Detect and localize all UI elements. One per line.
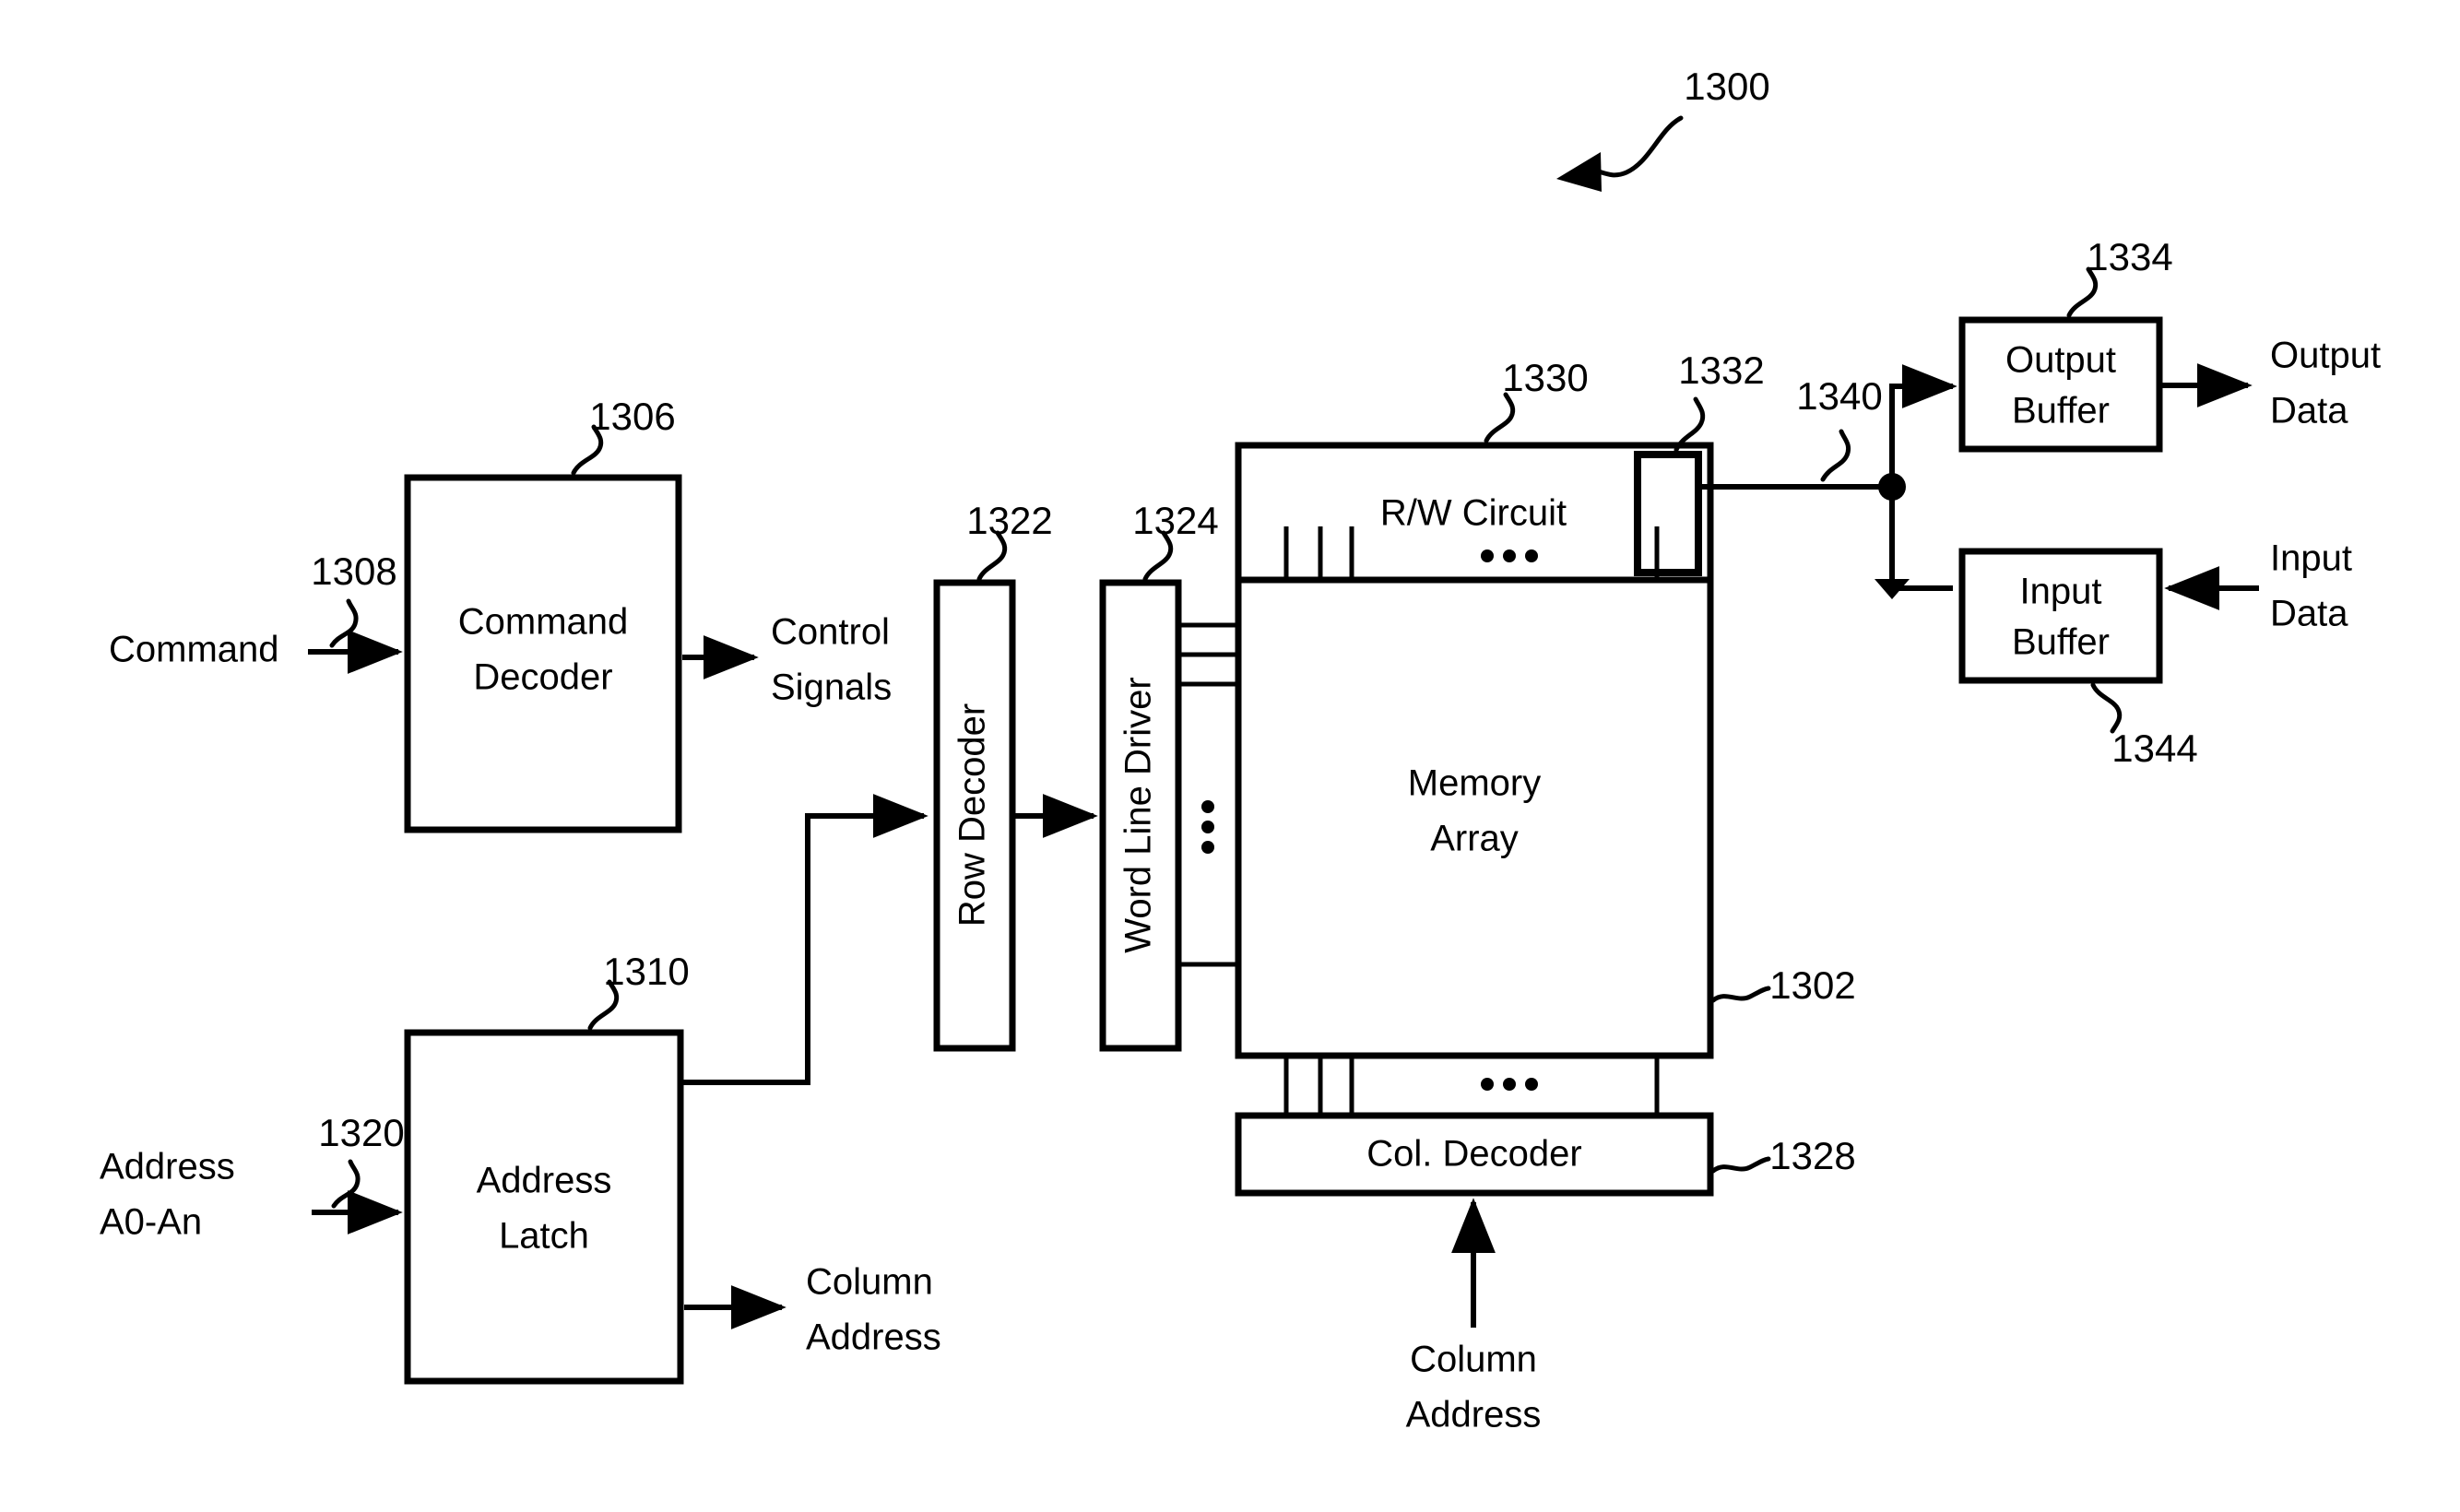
control-signals-label-line1: Control	[771, 612, 890, 653]
word-line-driver-ref-label: 1324	[1132, 499, 1218, 542]
col-decoder-ref-leader	[1710, 1156, 1771, 1174]
col-decoder-ref-label: 1328	[1769, 1134, 1855, 1177]
command-decoder-label-line2: Decoder	[473, 657, 612, 698]
figure-number-arrowhead	[1556, 152, 1602, 192]
input-buffer-label-line1: Input	[2020, 572, 2102, 612]
input-buffer-ref-leader	[2090, 682, 2123, 734]
figure-number-callout	[1556, 115, 1684, 192]
input-buffer-label-line2: Buffer	[2012, 622, 2110, 663]
rw-circuit-inner-block[interactable]	[1634, 451, 1702, 576]
command-decoder-block[interactable]	[404, 474, 682, 833]
bitlines-bottom-ellipsis	[1481, 1078, 1538, 1091]
address-input-ref-label: 1320	[318, 1111, 404, 1154]
address-latch-block[interactable]	[404, 1029, 684, 1385]
memory-array-ref-leader	[1710, 986, 1771, 1003]
row-address-wire	[682, 794, 928, 1085]
output-buffer-label-line1: Output	[2005, 340, 2116, 381]
input-buffer-ref-label: 1344	[2111, 726, 2197, 770]
row-decoder-ref-label: 1322	[966, 499, 1052, 542]
rw-circuit-ref-label: 1330	[1502, 356, 1588, 399]
address-latch-ref-label: 1310	[603, 950, 689, 993]
command-decoder-label-line1: Command	[458, 602, 629, 643]
memory-array-ref-label: 1302	[1769, 963, 1855, 1007]
column-address-in-label-line2: Address	[1406, 1395, 1542, 1435]
command-input-ref-label: 1308	[311, 549, 396, 593]
figure-number-leader	[1589, 115, 1684, 178]
bitlines-top-ellipsis	[1481, 549, 1538, 562]
address-input-label-line1: Address	[100, 1147, 235, 1187]
column-address-out-label-line2: Address	[806, 1317, 941, 1358]
rw-circuit-inner-ref-label: 1332	[1678, 348, 1764, 392]
row-decoder-label: Row Decoder	[952, 703, 993, 927]
col-decoder-label: Col. Decoder	[1366, 1134, 1581, 1175]
data-bus-ref-label: 1340	[1796, 374, 1882, 418]
column-address-in-label-line1: Column	[1410, 1340, 1537, 1380]
block-diagram-canvas: 1300 Command Decoder 1306 Command 1308 C…	[100, 65, 2381, 1435]
input-data-label-line1: Input	[2270, 538, 2352, 579]
word-line-driver-label: Word Line Driver	[1118, 677, 1159, 952]
command-input-label: Command	[109, 630, 279, 670]
output-buffer-ref-label: 1334	[2087, 235, 2172, 278]
memory-array-label-line1: Memory	[1408, 763, 1541, 804]
word-lines-ellipsis	[1201, 800, 1214, 854]
command-decoder-ref-label: 1306	[589, 395, 675, 438]
column-address-out-label-line1: Column	[806, 1262, 933, 1303]
bus-from-input-buffer-wire	[1889, 493, 1953, 591]
command-input-ref-leader	[329, 598, 359, 648]
address-input-ref-leader	[331, 1159, 361, 1209]
address-input-label-line2: A0-An	[100, 1202, 202, 1243]
bus-to-output-buffer-wire	[1889, 364, 1957, 487]
data-bus-ref-leader	[1820, 429, 1851, 482]
control-signals-label-line2: Signals	[771, 667, 892, 708]
rw-circuit-label: R/W Circuit	[1380, 493, 1567, 534]
output-data-label-line1: Output	[2270, 336, 2381, 376]
rw-circuit-ref-leader	[1484, 392, 1516, 443]
input-data-label-line2: Data	[2270, 594, 2348, 634]
output-data-label-line2: Data	[2270, 391, 2348, 431]
address-latch-label-line1: Address	[477, 1161, 612, 1201]
bitlines-bottom	[1283, 1054, 1660, 1117]
address-latch-label-line2: Latch	[499, 1216, 589, 1257]
patent-figure-1300: 1300 Command Decoder 1306 Command 1308 C…	[0, 0, 2460, 1512]
memory-array-label-line2: Array	[1430, 819, 1519, 859]
figure-number-label: 1300	[1684, 65, 1769, 108]
output-buffer-label-line2: Buffer	[2012, 391, 2110, 431]
